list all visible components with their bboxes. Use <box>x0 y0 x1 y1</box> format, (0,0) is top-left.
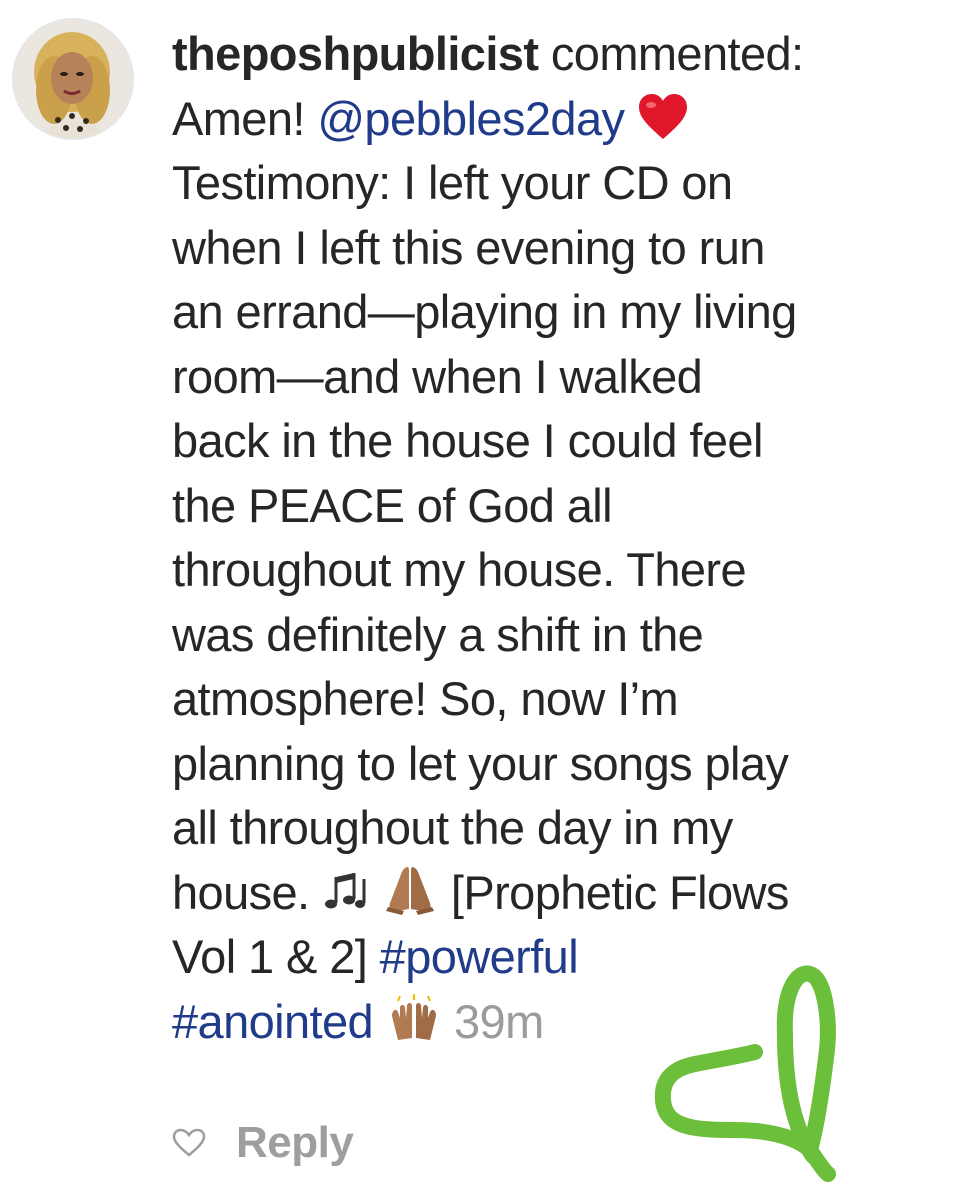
comment-line: an errand—playing in my living <box>172 285 797 338</box>
comment-body: theposhpublicist commented: Amen! @pebbl… <box>172 22 932 1054</box>
comment-line-header: theposhpublicist commented: <box>172 22 932 87</box>
mention-link[interactable]: @pebbles2day <box>317 92 625 145</box>
red-heart-icon <box>638 93 687 139</box>
amen-text: Amen! <box>172 91 305 145</box>
comment-line: planning to let your songs play <box>172 736 789 790</box>
comment-line-house: house. [Prophetic Flows <box>172 861 932 926</box>
comment-line: when I left this evening to run <box>172 220 765 274</box>
volume-text: Vol 1 & 2] <box>172 930 368 983</box>
comment-line: back in the house I could feel <box>172 414 763 467</box>
house-text: house. <box>172 865 310 919</box>
hashtag-anointed-link[interactable]: #anointed <box>172 995 374 1048</box>
avatar-photo <box>14 20 132 138</box>
hashtag-powerful-link[interactable]: #powerful <box>380 930 579 983</box>
comment-line-amen: Amen! @pebbles2day <box>172 87 932 152</box>
comment-footer: Reply <box>172 1118 354 1168</box>
album-text: [Prophetic Flows <box>450 865 789 919</box>
username-link[interactable]: theposhpublicist <box>172 27 539 80</box>
avatar[interactable] <box>12 18 134 140</box>
musical-notes-icon <box>324 872 366 908</box>
folded-hands-icon <box>386 866 435 915</box>
comment-line: all throughout the day in my <box>172 801 733 854</box>
comment-line: Testimony: I left your CD on <box>172 156 733 209</box>
comment-line: the PEACE of God all <box>172 478 613 532</box>
comment-line: throughout my house. There <box>172 543 747 596</box>
raising-hands-icon <box>391 993 436 1040</box>
comment-line: room—and when I walked <box>172 349 703 403</box>
comment-timestamp: 39m <box>454 994 544 1048</box>
comment-line: atmosphere! So, now I’m <box>172 672 679 725</box>
green-heart-doodle <box>654 965 836 1182</box>
comment-line: was definitely a shift in the <box>172 607 704 661</box>
comment-action-text: commented: <box>550 27 804 80</box>
heart-outline-icon[interactable] <box>172 1128 206 1158</box>
reply-button[interactable]: Reply <box>236 1118 354 1168</box>
